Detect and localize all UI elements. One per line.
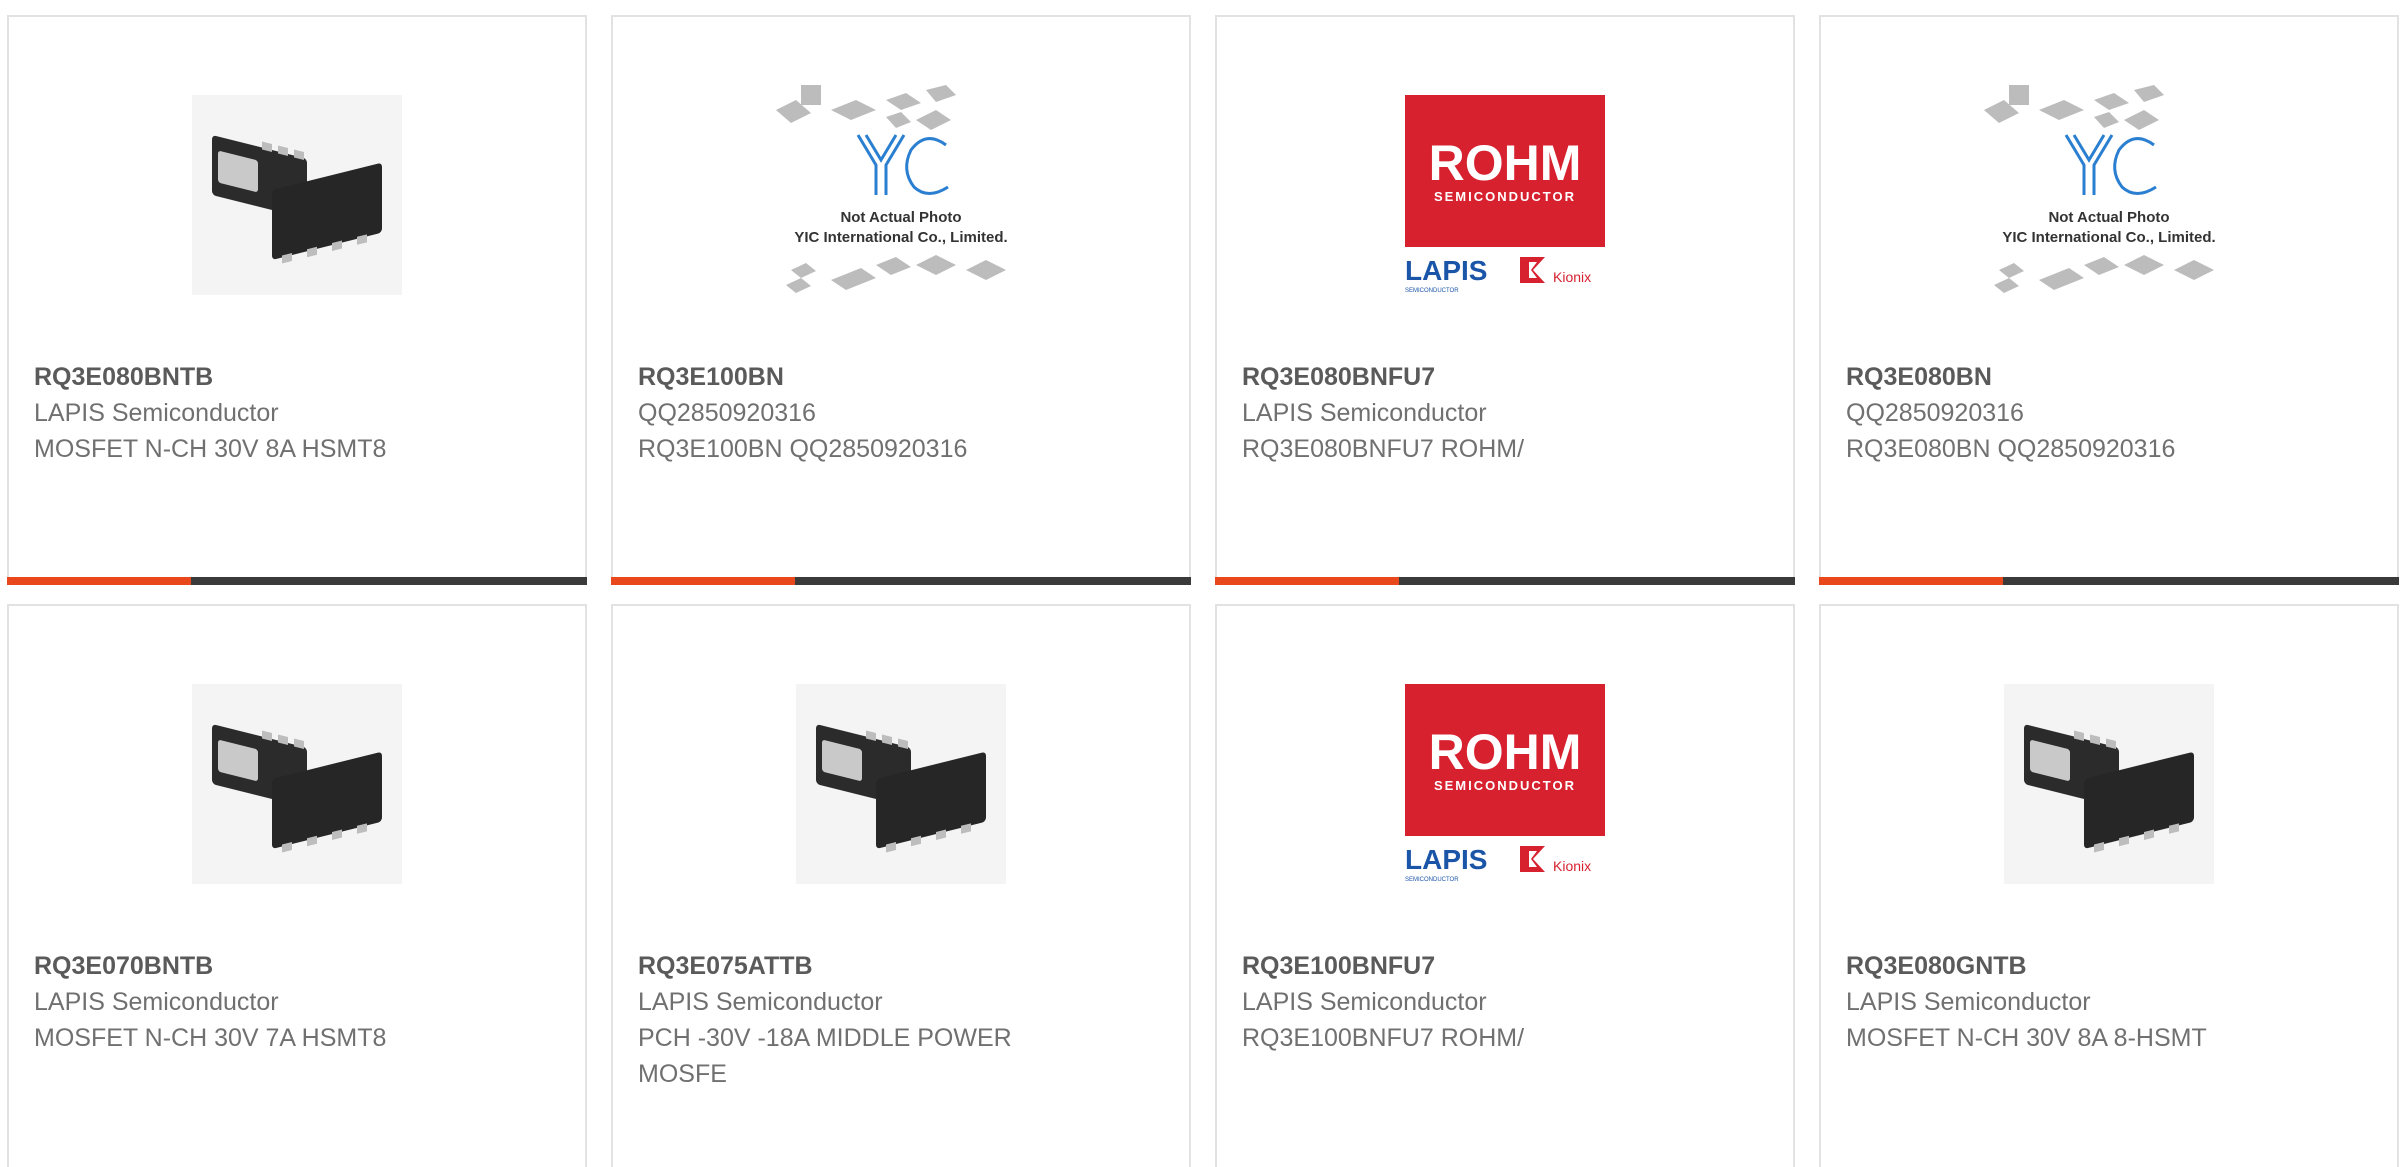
image-caption-1: Not Actual Photo: [840, 209, 961, 226]
chip-photo-icon: [2004, 683, 2214, 884]
description: RQ3E080BN QQ2850920316: [1846, 435, 2176, 463]
part-number: RQ3E100BNFU7: [1242, 952, 1436, 980]
manufacturer: LAPIS Semiconductor: [1242, 988, 1487, 1016]
description: MOSFET N-CH 30V 8A 8-HSMT: [1846, 1024, 2207, 1052]
product-image: [152, 67, 442, 322]
product-image: Not Actual Photo YIC International Co., …: [1964, 67, 2254, 322]
chip-photo-icon: [796, 683, 1006, 884]
image-caption-1: Not Actual Photo: [2048, 209, 2169, 226]
manufacturer: LAPIS Semiconductor: [1242, 399, 1487, 427]
product-card[interactable]: Not Actual Photo YIC International Co., …: [1819, 15, 2399, 585]
manufacturer: QQ2850920316: [1846, 399, 2024, 427]
product-image: [1964, 656, 2254, 911]
description: PCH -30V -18A MIDDLE POWER: [638, 1024, 1012, 1052]
product-image: [152, 656, 442, 911]
chip-photo-icon: [192, 94, 402, 295]
part-number: RQ3E080BN: [1846, 363, 1992, 391]
product-card[interactable]: RQ3E070BNTB LAPIS Semiconductor MOSFET N…: [7, 604, 587, 1167]
card-progress-accent: [1819, 577, 2003, 585]
svg-text:SEMICONDUCTOR: SEMICONDUCTOR: [1405, 877, 1459, 883]
product-card[interactable]: RQ3E080BNTB LAPIS Semiconductor MOSFET N…: [7, 15, 587, 585]
svg-text:ROHM: ROHM: [1429, 724, 1582, 780]
product-image: Not Actual Photo YIC International Co., …: [756, 67, 1046, 322]
part-number: RQ3E075ATTB: [638, 952, 813, 980]
product-grid: RQ3E080BNTB LAPIS Semiconductor MOSFET N…: [0, 0, 2400, 1167]
rohm-logo-icon: ROHM SEMICONDUCTOR LAPIS SEMICONDUCTOR K…: [1405, 683, 1605, 883]
product-image: [756, 656, 1046, 911]
product-image: ROHM SEMICONDUCTOR LAPIS SEMICONDUCTOR K…: [1360, 656, 1650, 911]
manufacturer: LAPIS Semiconductor: [638, 988, 883, 1016]
description: RQ3E100BNFU7 ROHM/: [1242, 1024, 1525, 1052]
part-number: RQ3E070BNTB: [34, 952, 214, 980]
product-card[interactable]: RQ3E075ATTB LAPIS Semiconductor PCH -30V…: [611, 604, 1191, 1167]
image-caption-2: YIC International Co., Limited.: [2002, 229, 2215, 246]
manufacturer: LAPIS Semiconductor: [34, 399, 279, 427]
card-progress-accent: [611, 577, 795, 585]
svg-text:LAPIS: LAPIS: [1405, 255, 1487, 286]
svg-text:LAPIS: LAPIS: [1405, 844, 1487, 875]
part-number: RQ3E080BNTB: [34, 363, 214, 391]
svg-text:SEMICONDUCTOR: SEMICONDUCTOR: [1405, 288, 1459, 294]
part-number: RQ3E080GNTB: [1846, 952, 2027, 980]
svg-text:Kionix: Kionix: [1553, 269, 1591, 285]
card-progress-bar: [1819, 577, 2399, 585]
manufacturer: QQ2850920316: [638, 399, 816, 427]
svg-text:Kionix: Kionix: [1553, 858, 1591, 874]
product-card[interactable]: ROHM SEMICONDUCTOR LAPIS SEMICONDUCTOR K…: [1215, 15, 1795, 585]
svg-text:ROHM: ROHM: [1429, 135, 1582, 191]
manufacturer: LAPIS Semiconductor: [1846, 988, 2091, 1016]
card-progress-bar: [611, 577, 1191, 585]
manufacturer: LAPIS Semiconductor: [34, 988, 279, 1016]
yic-placeholder-icon: Not Actual Photo YIC International Co., …: [1984, 84, 2216, 293]
card-progress-bar: [1215, 577, 1795, 585]
image-caption-2: YIC International Co., Limited.: [794, 229, 1007, 246]
card-progress-accent: [7, 577, 191, 585]
rohm-logo-icon: ROHM SEMICONDUCTOR LAPIS SEMICONDUCTOR K…: [1405, 94, 1605, 294]
svg-text:SEMICONDUCTOR: SEMICONDUCTOR: [1434, 778, 1576, 793]
part-number: RQ3E100BN: [638, 363, 784, 391]
chip-photo-icon: [192, 683, 402, 884]
description: MOSFET N-CH 30V 8A HSMT8: [34, 435, 387, 463]
description: MOSFET N-CH 30V 7A HSMT8: [34, 1024, 387, 1052]
part-number: RQ3E080BNFU7: [1242, 363, 1436, 391]
product-card[interactable]: ROHM SEMICONDUCTOR LAPIS SEMICONDUCTOR K…: [1215, 604, 1795, 1167]
product-image: ROHM SEMICONDUCTOR LAPIS SEMICONDUCTOR K…: [1360, 67, 1650, 322]
svg-text:SEMICONDUCTOR: SEMICONDUCTOR: [1434, 189, 1576, 204]
card-progress-bar: [7, 577, 587, 585]
description-continued: MOSFE: [638, 1060, 727, 1088]
description: RQ3E100BN QQ2850920316: [638, 435, 968, 463]
product-card[interactable]: Not Actual Photo YIC International Co., …: [611, 15, 1191, 585]
product-card[interactable]: RQ3E080GNTB LAPIS Semiconductor MOSFET N…: [1819, 604, 2399, 1167]
description: RQ3E080BNFU7 ROHM/: [1242, 435, 1525, 463]
yic-placeholder-icon: Not Actual Photo YIC International Co., …: [776, 84, 1008, 293]
card-progress-accent: [1215, 577, 1399, 585]
